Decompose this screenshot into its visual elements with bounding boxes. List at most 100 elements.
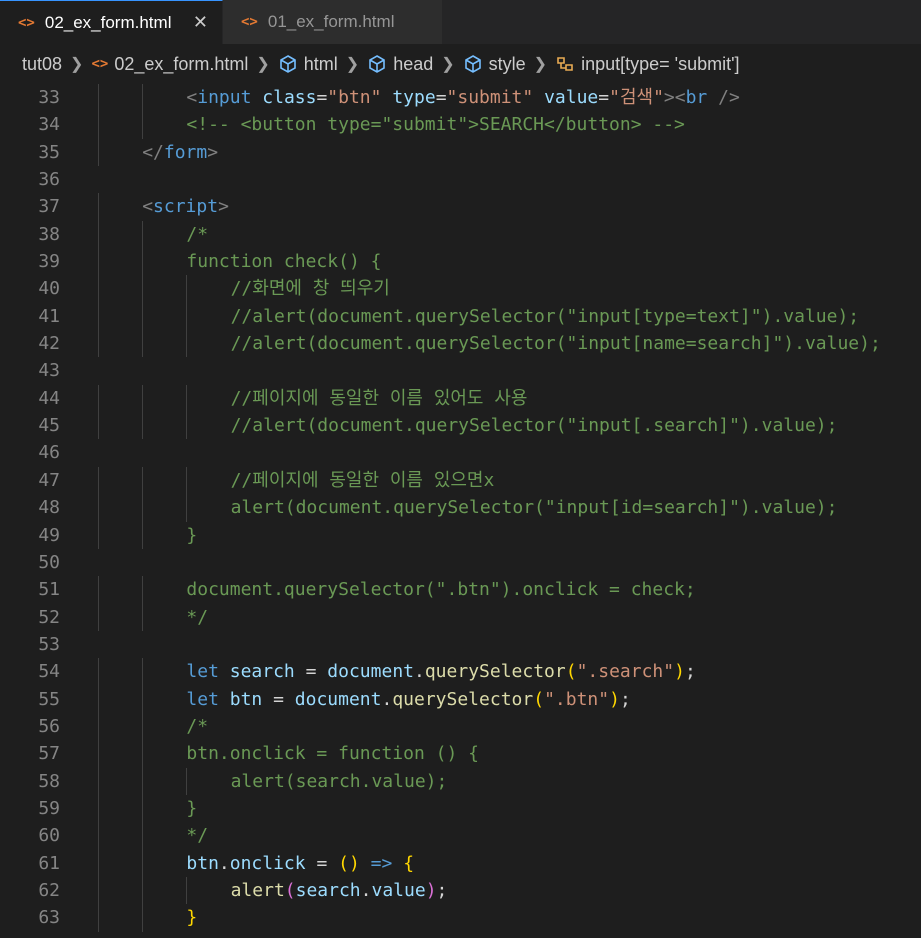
code-line[interactable]: 64 (0, 932, 921, 938)
code-text: alert(document.querySelector("input[id=s… (231, 494, 838, 521)
code-line[interactable]: 50 (0, 549, 921, 576)
indent-guide (98, 658, 99, 686)
indent-guide (186, 384, 188, 413)
code-line[interactable]: 46 (0, 439, 921, 466)
code-line[interactable]: 45 //alert(document.querySelector("input[… (0, 412, 921, 440)
line-number: 51 (38, 579, 60, 601)
code-line[interactable]: 42 //alert(document.querySelector("input[… (0, 330, 921, 358)
code-token: btn.onclick = function () { (186, 743, 479, 765)
code-token: btn (186, 852, 219, 874)
code-line[interactable]: 56 /* (0, 712, 921, 741)
indent-guide (98, 384, 99, 413)
code-token: input (197, 87, 252, 108)
code-token: querySelector (424, 661, 566, 683)
code-text: //페이지에 동일한 이름 있으면x (231, 467, 495, 494)
tab-label: 01_ex_form.html (267, 12, 395, 31)
code-line[interactable]: 38 /* (0, 220, 921, 249)
code-line[interactable]: 63} (0, 904, 921, 932)
code-line[interactable]: 35 </form> (0, 138, 921, 167)
code-line[interactable]: 49} (0, 521, 921, 549)
code-line[interactable]: 40 //화면에 창 띄우기 (0, 275, 921, 303)
indent-guide (186, 302, 188, 331)
breadcrumb-style[interactable]: style (463, 54, 526, 75)
code-line[interactable]: 47 //페이지에 동일한 이름 있으면x (0, 466, 921, 495)
code-line[interactable]: 60 */ (0, 822, 921, 850)
breadcrumb-html[interactable]: html (278, 54, 338, 75)
tab-02-ex-form[interactable]: <> 02_ex_form.html ✕ (0, 0, 223, 44)
code-line[interactable]: 43 (0, 357, 921, 384)
code-text: alert(search.value); (231, 768, 448, 795)
code-line[interactable]: 48 alert(document.querySelector("input[id… (0, 494, 921, 522)
indent-guide (142, 111, 144, 139)
line-number: 40 (38, 278, 60, 300)
code-line[interactable]: 33 <input class="btn" type="submit" value… (0, 84, 921, 112)
code-token: < (142, 196, 154, 218)
code-line[interactable]: 36 (0, 166, 921, 193)
indent-guide (142, 822, 144, 850)
code-token: < (186, 87, 198, 108)
breadcrumb: tut08 ❯ <> 02_ex_form.html ❯ html ❯ head… (0, 44, 921, 84)
code-token: ".btn" (544, 688, 610, 710)
code-token: let (186, 688, 219, 710)
code-line[interactable]: 59} (0, 794, 921, 823)
breadcrumb-file[interactable]: <> 02_ex_form.html (91, 54, 248, 75)
code-text: /* (186, 713, 208, 740)
indent-guide (98, 822, 99, 850)
indent-guide (186, 330, 188, 358)
breadcrumb-folder[interactable]: tut08 (22, 54, 62, 75)
code-token: form (163, 141, 208, 163)
tab-01-ex-form[interactable]: <> 01_ex_form.html (223, 0, 443, 44)
line-number: 58 (38, 770, 60, 792)
code-token: */ (186, 606, 209, 628)
code-token: ) (425, 879, 437, 901)
code-token: "검색" (609, 87, 664, 108)
code-line[interactable]: 41 //alert(document.querySelector("input[… (0, 302, 921, 331)
code-line[interactable]: 37 <script> (0, 193, 921, 221)
code-token: ( (565, 661, 577, 683)
code-line[interactable]: 55 let btn = document.querySelector(".btn… (0, 685, 921, 713)
code-line[interactable]: 58 alert(search.value); (0, 767, 921, 795)
breadcrumb-selector[interactable]: input[type= 'submit'] (555, 53, 740, 75)
code-token: /> (718, 87, 740, 108)
line-number: 45 (38, 415, 60, 437)
code-token: = (435, 87, 447, 108)
code-line[interactable]: 44 //페이지에 동일한 이름 있어도 사용 (0, 384, 921, 413)
breadcrumb-head[interactable]: head (367, 54, 433, 75)
code-line[interactable]: 52 */ (0, 603, 921, 631)
code-line[interactable]: 53 (0, 631, 921, 658)
code-line[interactable]: 34 <!-- <button type="submit">SEARCH</but… (0, 111, 921, 139)
element-cube-icon (464, 55, 481, 73)
close-icon[interactable]: ✕ (193, 12, 208, 33)
line-number: 53 (38, 633, 60, 655)
indent-guide (98, 494, 99, 522)
line-number: 61 (38, 852, 60, 874)
code-token: //alert(document.querySelector("input[na… (230, 333, 881, 355)
code-line[interactable]: 62 alert(search.value); (0, 876, 921, 905)
code-line[interactable]: 51 document.querySelector(".btn").onclick… (0, 576, 921, 604)
indent-guide (142, 466, 144, 495)
code-line[interactable]: 54 let search = document.querySelector(".… (0, 658, 921, 686)
indent-guide (98, 412, 99, 440)
indent-guide (142, 384, 144, 413)
indent-guide (98, 576, 99, 604)
code-line[interactable]: 39 function check() { (0, 248, 921, 276)
code-token: */ (186, 825, 209, 847)
indent-guide (142, 330, 144, 358)
code-text: <!-- <button type="submit">SEARCH</butto… (186, 111, 685, 138)
indent-guide (142, 302, 144, 331)
code-line[interactable]: 57 btn.onclick = function () { (0, 740, 921, 768)
code-text: btn.onclick = () => { (186, 850, 414, 877)
code-editor[interactable]: 33 <input class="btn" type="submit" value… (0, 84, 921, 938)
code-line[interactable]: 61 btn.onclick = () => { (0, 849, 921, 877)
line-number: 37 (38, 196, 60, 218)
code-token: btn (229, 688, 263, 710)
indent-guide (98, 685, 99, 713)
indent-guide (186, 876, 188, 905)
breadcrumb-label: input[type= 'submit'] (581, 53, 740, 74)
code-token: let (186, 661, 219, 683)
line-number: 39 (38, 251, 60, 273)
